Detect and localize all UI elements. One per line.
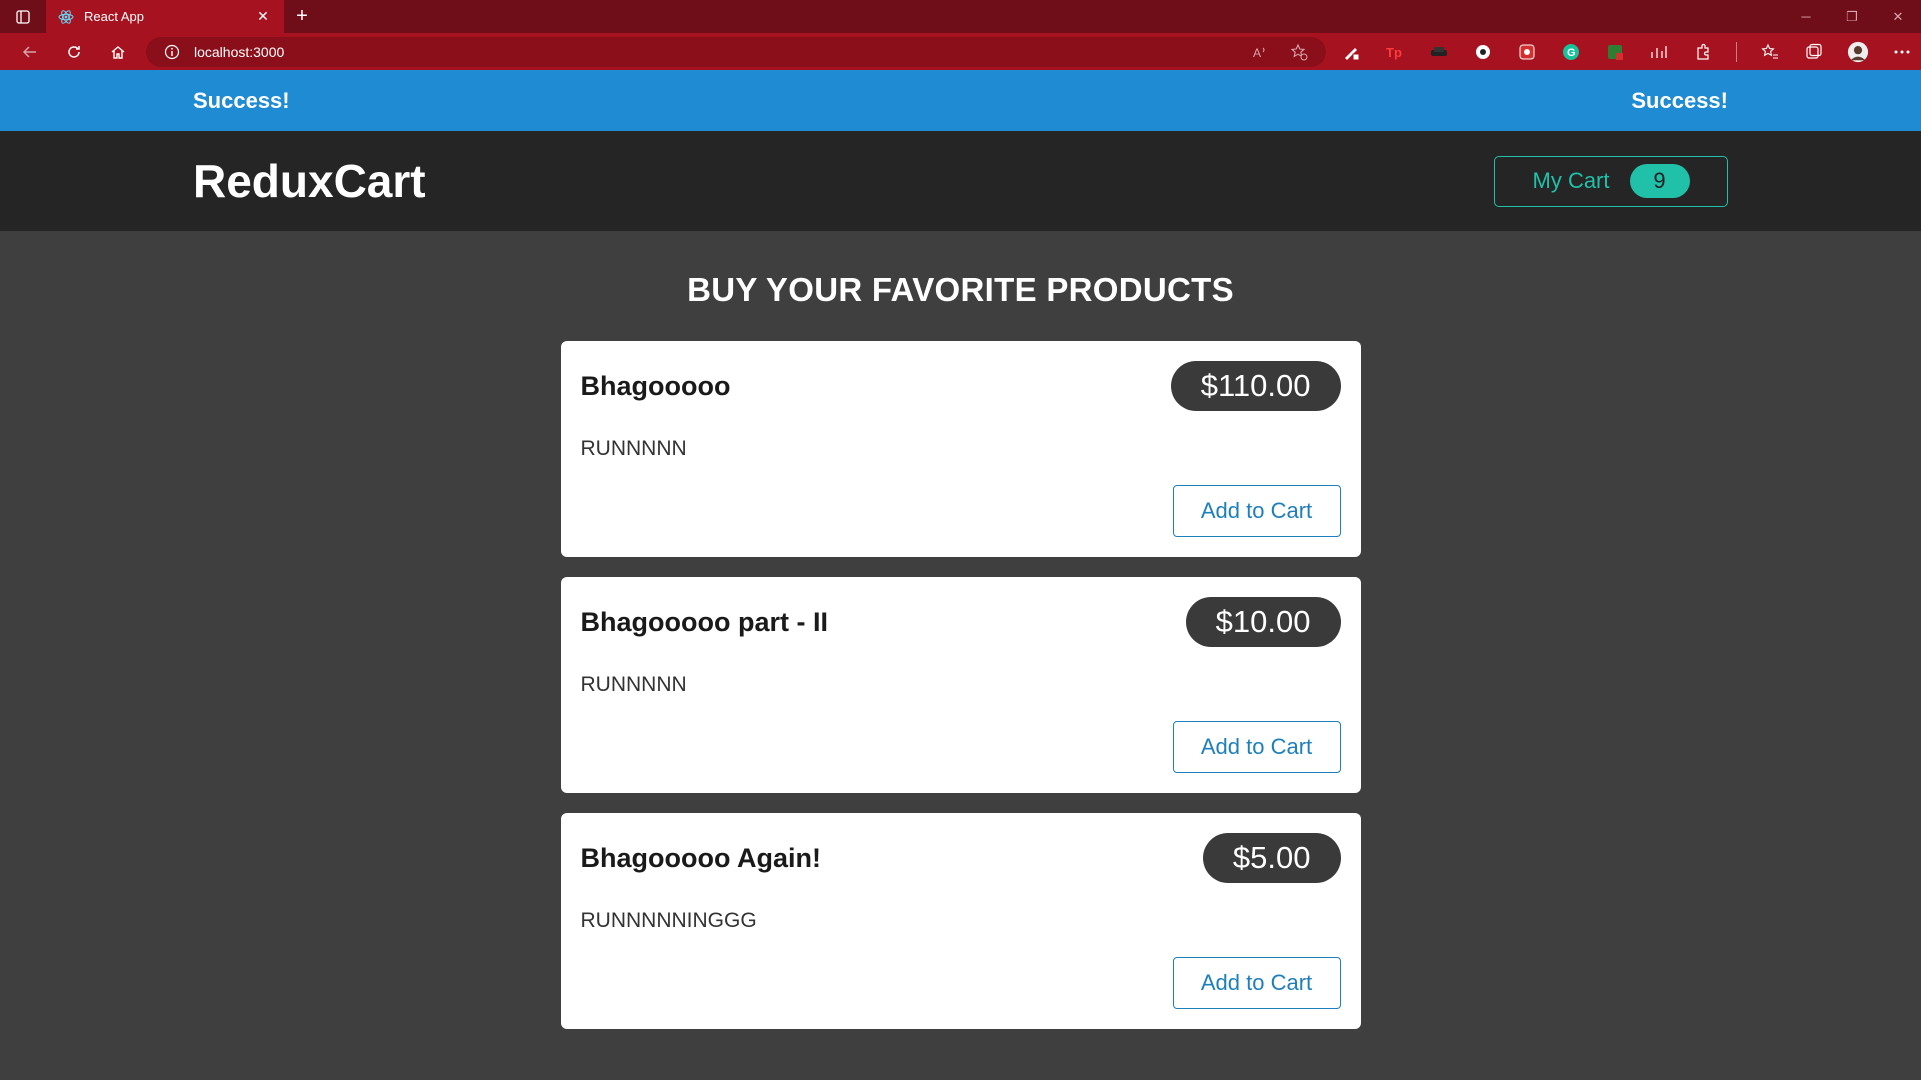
tab-actions-button[interactable] (0, 0, 46, 33)
circle-extension-icon[interactable] (1472, 41, 1494, 63)
product-description: RUNNNNNINGGG (580, 909, 757, 932)
more-options-icon[interactable] (1891, 41, 1913, 63)
close-window-icon[interactable]: ✕ (1875, 0, 1921, 33)
product-list: Bhagooooo $110.00 RUNNNNN Add to Cart Bh… (560, 341, 1361, 1049)
browser-toolbar: localhost:3000 A Tp G (0, 33, 1921, 70)
svg-text:A: A (1253, 46, 1261, 60)
tab-actions-icon (16, 9, 30, 24)
tab-close-icon[interactable]: ✕ (254, 8, 272, 25)
product-description: RUNNNNN (580, 673, 687, 696)
back-button[interactable] (8, 37, 52, 67)
price-badge: $5.00 (1202, 833, 1341, 883)
add-favorite-icon[interactable] (1290, 43, 1308, 61)
window-controls: ─ ❐ ✕ (1783, 0, 1921, 33)
browser-tab[interactable]: React App ✕ (46, 0, 284, 33)
back-arrow-icon (22, 45, 36, 58)
product-card: Bhagooooo $110.00 RUNNNNN Add to Cart (560, 341, 1361, 557)
new-tab-button[interactable]: + (284, 0, 320, 33)
pen-extension-icon[interactable] (1340, 41, 1362, 63)
minimize-icon[interactable]: ─ (1783, 0, 1829, 33)
home-icon (111, 45, 125, 59)
react-favicon-icon (58, 9, 74, 24)
red-box-extension-icon[interactable] (1516, 41, 1538, 63)
tp-extension-icon[interactable]: Tp (1384, 41, 1406, 63)
price-badge: $10.00 (1185, 597, 1341, 647)
tab-title: React App (84, 9, 144, 24)
section-heading: BUY YOUR FAVORITE PRODUCTS (687, 271, 1234, 308)
toolbar-separator (1736, 41, 1737, 62)
add-to-cart-button[interactable]: Add to Cart (1172, 485, 1341, 537)
product-name: Bhagooooo Again! (580, 842, 821, 873)
svg-text:Tp: Tp (1386, 45, 1402, 60)
app-header: ReduxCart My Cart 9 (0, 131, 1921, 231)
product-name: Bhagooooo part - II (580, 606, 828, 637)
profile-avatar[interactable] (1847, 41, 1869, 63)
add-to-cart-button[interactable]: Add to Cart (1172, 957, 1341, 1009)
extensions-icon[interactable] (1692, 41, 1714, 63)
address-bar[interactable]: localhost:3000 A (146, 36, 1326, 67)
product-description: RUNNNNN (580, 437, 687, 460)
products-section: BUY YOUR FAVORITE PRODUCTS Bhagooooo $11… (0, 231, 1921, 1049)
info-icon[interactable] (164, 44, 180, 60)
notification-message: Success! (1631, 87, 1728, 113)
svg-text:G: G (1567, 47, 1576, 59)
notification-title: Success! (193, 87, 290, 113)
brand-logo: ReduxCart (193, 155, 426, 207)
my-cart-button[interactable]: My Cart 9 (1494, 155, 1728, 207)
cart-count-badge: 9 (1629, 164, 1690, 198)
product-card: Bhagooooo Again! $5.00 RUNNNNNINGGG Add … (560, 813, 1361, 1029)
collections-icon[interactable] (1803, 41, 1825, 63)
url-text: localhost:3000 (194, 43, 285, 60)
product-card: Bhagooooo part - II $10.00 RUNNNNN Add t… (560, 577, 1361, 793)
grammarly-icon[interactable]: G (1560, 41, 1582, 63)
restore-icon[interactable]: ❐ (1829, 0, 1875, 33)
refresh-button[interactable] (52, 37, 96, 67)
add-to-cart-button[interactable]: Add to Cart (1172, 721, 1341, 773)
browser-tab-bar: React App ✕ + ─ ❐ ✕ (0, 0, 1921, 33)
read-aloud-icon[interactable]: A (1252, 44, 1268, 60)
favorites-icon[interactable] (1759, 41, 1781, 63)
notification-bar: Success! Success! (0, 70, 1921, 131)
home-button[interactable] (96, 37, 140, 67)
price-badge: $110.00 (1170, 361, 1341, 411)
chart-extension-icon[interactable] (1648, 41, 1670, 63)
cart-label: My Cart (1532, 168, 1610, 193)
refresh-icon (68, 45, 80, 58)
extensions-bar: Tp G (1340, 37, 1913, 67)
product-name: Bhagooooo (580, 370, 731, 401)
hat-extension-icon[interactable] (1428, 41, 1450, 63)
sheets-extension-icon[interactable] (1604, 41, 1626, 63)
